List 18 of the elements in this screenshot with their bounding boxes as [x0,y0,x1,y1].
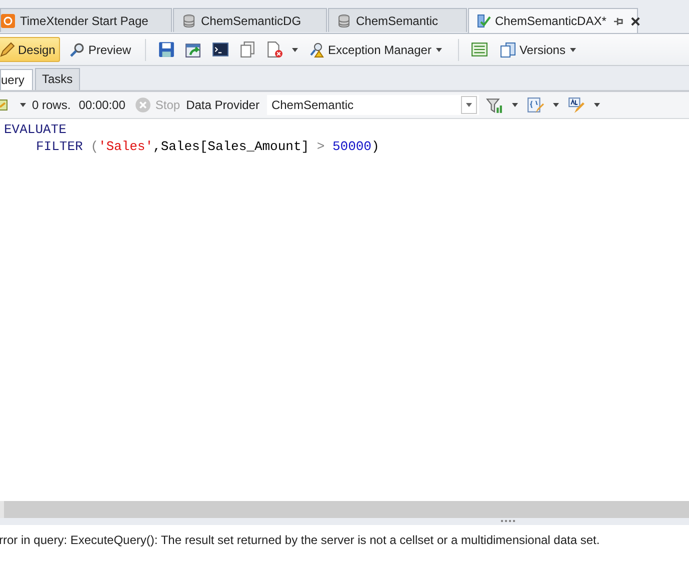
view-tab[interactable]: Tasks [35,68,80,90]
exception-manager-button[interactable]: Exception Manager [304,37,450,62]
error-message: rror in query: ExecuteQuery(): The result set returned by the server is not a cellset or a multidimensional data set. [0,533,601,547]
mode-button[interactable]: Design [0,37,60,62]
document-tab[interactable]: ChemSemantic [328,8,467,32]
document-tab[interactable]: TimeXtender Start Page [0,8,172,32]
versions-button[interactable]: Versions [495,37,584,62]
code-line: FILTER ('Sales',Sales[Sales_Amount] > 50000) [35,138,380,155]
elapsed-time: 00:00:00 [78,98,126,112]
row-count: 0 rows. [32,98,71,112]
mode-button[interactable]: Preview [64,37,136,62]
view-tab[interactable]: uery [0,69,33,90]
provider-label: Data Provider [186,98,260,112]
query-editor[interactable]: EVALUATE FILTER ('Sales',Sales[Sales_Amount] > 50000) [0,119,689,501]
document-tab[interactable]: ChemSemanticDG [173,8,327,32]
code-line: EVALUATE [4,121,68,138]
document-tab[interactable]: ChemSemanticDAX* [468,8,638,33]
provider-dropdown[interactable]: ChemSemantic [267,95,480,115]
